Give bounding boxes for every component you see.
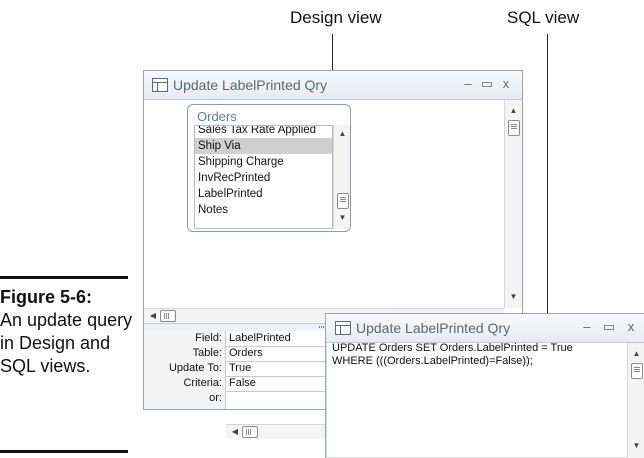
scroll-thumb[interactable] <box>337 193 349 209</box>
scroll-up-arrow-icon[interactable]: ▲ <box>334 127 350 141</box>
scroll-down-arrow-icon[interactable]: ▼ <box>628 439 644 453</box>
figure-number: Figure 5-6: <box>0 287 93 307</box>
maximize-button[interactable]: ▭ <box>599 318 619 336</box>
close-button[interactable]: x <box>496 75 516 93</box>
field-list[interactable]: Sales Tax Rate Applied Ship Via Shipping… <box>194 125 333 229</box>
query-icon <box>335 321 351 335</box>
field-item[interactable]: Sales Tax Rate Applied <box>195 126 332 138</box>
field-list-scrollbar[interactable]: ▲ ▼ <box>333 125 350 229</box>
design-window-titlebar[interactable]: Update LabelPrinted Qry – ▭ x <box>144 71 522 100</box>
grid-row-label-table: Table: <box>192 347 222 359</box>
design-view-callout: Design view <box>290 8 382 27</box>
field-item-selected[interactable]: Ship Via <box>195 138 332 154</box>
sql-view-callout-line <box>547 34 548 316</box>
scroll-thumb[interactable] <box>242 426 258 438</box>
scroll-left-arrow-icon[interactable]: ◀ <box>228 425 242 439</box>
close-button[interactable]: x <box>621 318 641 336</box>
field-item[interactable]: Notes <box>195 202 332 218</box>
field-item[interactable]: LabelPrinted <box>195 186 332 202</box>
minimize-button[interactable]: – <box>458 75 478 93</box>
sql-view-callout: SQL view <box>507 8 580 27</box>
scroll-up-arrow-icon[interactable]: ▲ <box>505 104 522 118</box>
figure-caption: Figure 5-6: An update query in Design an… <box>0 286 140 378</box>
scroll-down-arrow-icon[interactable]: ▼ <box>505 290 522 304</box>
scroll-thumb[interactable] <box>160 310 176 322</box>
grid-row-label-criteria: Criteria: <box>183 377 222 389</box>
design-area-vscrollbar[interactable]: ▲ ▼ <box>504 100 522 308</box>
scroll-left-arrow-icon[interactable]: ◀ <box>146 309 160 323</box>
caption-bottom-rule <box>0 450 128 453</box>
minimize-button[interactable]: – <box>577 318 597 336</box>
sql-vscrollbar[interactable]: ▲ ▼ <box>627 343 644 458</box>
caption-top-rule <box>0 276 128 279</box>
grid-row-label-or: or: <box>209 392 222 404</box>
maximize-button[interactable]: ▭ <box>477 75 497 93</box>
field-item[interactable]: Shipping Charge <box>195 154 332 170</box>
scroll-up-arrow-icon[interactable]: ▲ <box>628 347 644 361</box>
sql-window-title: Update LabelPrinted Qry <box>356 320 511 336</box>
orders-field-list[interactable]: Orders Sales Tax Rate Applied Ship Via S… <box>187 104 351 232</box>
sql-editor[interactable]: UPDATE Orders SET Orders.LabelPrinted = … <box>332 342 602 368</box>
sql-window-titlebar[interactable]: Update LabelPrinted Qry – ▭ x <box>326 314 644 343</box>
figure-caption-text: An update query in Design and SQL views. <box>0 310 133 376</box>
scroll-down-arrow-icon[interactable]: ▼ <box>334 211 350 225</box>
table-design-area: Orders Sales Tax Rate Applied Ship Via S… <box>144 100 522 323</box>
grid-row-label-field: Field: <box>195 332 222 344</box>
field-list-title: Orders <box>197 109 237 124</box>
grid-row-label-update-to: Update To: <box>168 362 222 374</box>
query-icon <box>152 78 168 92</box>
scroll-thumb[interactable] <box>508 120 520 136</box>
sql-view-window: Update LabelPrinted Qry – ▭ x UPDATE Ord… <box>325 313 644 458</box>
field-item[interactable]: InvRecPrinted <box>195 170 332 186</box>
scroll-thumb[interactable] <box>631 363 643 379</box>
design-window-title: Update LabelPrinted Qry <box>173 77 328 93</box>
